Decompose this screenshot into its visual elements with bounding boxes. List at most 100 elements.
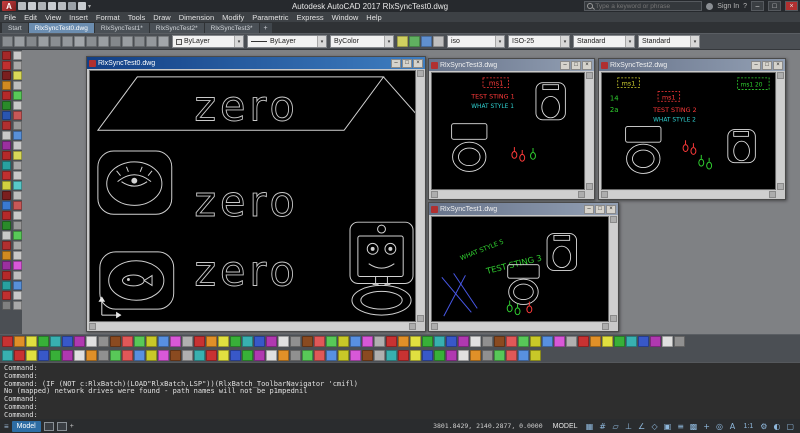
- bottom-toolbar-icon[interactable]: [278, 336, 289, 347]
- bottom-toolbar-icon[interactable]: [326, 350, 337, 361]
- bottom-toolbar-icon[interactable]: [566, 336, 577, 347]
- textstyle-dropdown[interactable]: iso ▾: [447, 35, 505, 48]
- dimstyle-dropdown[interactable]: ISO-25 ▾: [508, 35, 570, 48]
- side-toolbar-icon[interactable]: [2, 211, 11, 220]
- horizontal-scrollbar[interactable]: [431, 323, 609, 330]
- menu-item-express[interactable]: Express: [293, 12, 328, 22]
- help-icon[interactable]: ?: [743, 3, 747, 10]
- menu-item-edit[interactable]: Edit: [20, 12, 41, 22]
- menu-item-draw[interactable]: Draw: [149, 12, 175, 22]
- scroll-up-button[interactable]: [417, 70, 424, 77]
- bottom-toolbar-icon[interactable]: [14, 350, 25, 361]
- window-title-bar[interactable]: RlxSyncTest3.dwg – □ ×: [429, 59, 594, 71]
- plotstyle-dropdown[interactable]: ByColor ▾: [330, 35, 394, 48]
- bottom-toolbar-icon[interactable]: [50, 336, 61, 347]
- window-maximize-button[interactable]: □: [571, 61, 581, 70]
- bottom-toolbar-icon[interactable]: [458, 336, 469, 347]
- side-toolbar-icon[interactable]: [13, 161, 22, 170]
- side-toolbar-icon[interactable]: [13, 51, 22, 60]
- isodraft-icon[interactable]: ◇: [649, 421, 661, 432]
- horizontal-scrollbar[interactable]: [601, 191, 776, 198]
- autocad-logo-icon[interactable]: A: [2, 1, 16, 11]
- side-toolbar-icon[interactable]: [13, 111, 22, 120]
- scroll-down-button[interactable]: [610, 315, 617, 322]
- side-toolbar-icon[interactable]: [13, 71, 22, 80]
- side-toolbar-icon[interactable]: [2, 151, 11, 160]
- bottom-toolbar-icon[interactable]: [626, 336, 637, 347]
- bottom-toolbar-icon[interactable]: [302, 336, 313, 347]
- window-close-button[interactable]: ×: [606, 205, 616, 214]
- bottom-toolbar-icon[interactable]: [254, 336, 265, 347]
- side-toolbar-icon[interactable]: [2, 101, 11, 110]
- bottom-toolbar-icon[interactable]: [446, 350, 457, 361]
- side-toolbar-icon[interactable]: [2, 171, 11, 180]
- bottom-toolbar-icon[interactable]: [338, 350, 349, 361]
- signin-button[interactable]: Sign In: [717, 3, 739, 10]
- ortho-icon[interactable]: ⊥: [623, 421, 635, 432]
- bottom-toolbar-icon[interactable]: [134, 350, 145, 361]
- bottom-toolbar-icon[interactable]: [638, 336, 649, 347]
- bottom-toolbar-icon[interactable]: [194, 336, 205, 347]
- side-toolbar-icon[interactable]: [2, 221, 11, 230]
- transparency-icon[interactable]: ▩: [688, 421, 700, 432]
- side-toolbar-icon[interactable]: [2, 131, 11, 140]
- side-toolbar-icon[interactable]: [2, 201, 11, 210]
- standard-toolbar-icon[interactable]: [2, 36, 13, 47]
- drawing-window-rlxsynctest1[interactable]: RlxSyncTest1.dwg – □ × WHAT STYLE 5 TEST…: [428, 202, 619, 332]
- vertical-scrollbar[interactable]: [417, 70, 424, 322]
- bottom-toolbar-icon[interactable]: [506, 350, 517, 361]
- drawing-window-rlxsynctest3[interactable]: RlxSyncTest3.dwg – □ × ms1 TEST STING 1 …: [428, 58, 595, 200]
- dynamic-input-icon[interactable]: +: [701, 421, 713, 432]
- bottom-toolbar-icon[interactable]: [218, 350, 229, 361]
- bottom-toolbar-icon[interactable]: [182, 350, 193, 361]
- bottom-toolbar-icon[interactable]: [14, 336, 25, 347]
- color-dropdown[interactable]: ByLayer ▾: [172, 35, 244, 48]
- bottom-toolbar-icon[interactable]: [110, 336, 121, 347]
- side-toolbar-icon[interactable]: [13, 131, 22, 140]
- bottom-toolbar-icon[interactable]: [194, 350, 205, 361]
- bottom-toolbar-icon[interactable]: [62, 350, 73, 361]
- bottom-toolbar-icon[interactable]: [254, 350, 265, 361]
- side-toolbar-icon[interactable]: [2, 61, 11, 70]
- bottom-toolbar-icon[interactable]: [86, 336, 97, 347]
- bottom-toolbar-icon[interactable]: [278, 350, 289, 361]
- standard-toolbar-icon[interactable]: [98, 36, 109, 47]
- window-minimize-button[interactable]: –: [560, 61, 570, 70]
- bottom-toolbar-icon[interactable]: [578, 336, 589, 347]
- bottom-toolbar-icon[interactable]: [554, 336, 565, 347]
- menu-item-view[interactable]: View: [41, 12, 65, 22]
- side-toolbar-icon[interactable]: [2, 251, 11, 260]
- chevron-down-icon[interactable]: ▾: [234, 36, 243, 47]
- bottom-toolbar-icon[interactable]: [410, 336, 421, 347]
- bottom-toolbar-icon[interactable]: [422, 350, 433, 361]
- scroll-up-button[interactable]: [777, 72, 784, 79]
- side-toolbar-icon[interactable]: [13, 181, 22, 190]
- bottom-toolbar-icon[interactable]: [2, 350, 13, 361]
- file-tab-rlxsynctest2[interactable]: RlxSyncTest2*: [150, 23, 204, 33]
- bottom-toolbar-icon[interactable]: [86, 350, 97, 361]
- vertical-scrollbar[interactable]: [610, 216, 617, 322]
- window-close-button[interactable]: ×: [413, 59, 423, 68]
- bottom-toolbar-icon[interactable]: [458, 350, 469, 361]
- side-toolbar-icon[interactable]: [13, 151, 22, 160]
- layer-tool-icon[interactable]: [409, 36, 420, 47]
- bottom-toolbar-icon[interactable]: [170, 350, 181, 361]
- snap-icon[interactable]: #: [597, 421, 609, 432]
- bottom-toolbar-icon[interactable]: [218, 336, 229, 347]
- tablestyle-dropdown[interactable]: Standard ▾: [573, 35, 635, 48]
- bottom-toolbar-icon[interactable]: [470, 336, 481, 347]
- file-tab-rlxsynctest1[interactable]: RlxSyncTest1*: [95, 23, 149, 33]
- bottom-toolbar-icon[interactable]: [38, 350, 49, 361]
- quick-access-icon[interactable]: [38, 2, 46, 10]
- side-toolbar-icon[interactable]: [13, 301, 22, 310]
- side-toolbar-icon[interactable]: [2, 51, 11, 60]
- drawing-window-rlxsynctest0[interactable]: RlxSyncTest0.dwg – □ ×: [86, 56, 426, 332]
- bottom-toolbar-icon[interactable]: [26, 336, 37, 347]
- bottom-toolbar-icon[interactable]: [482, 350, 493, 361]
- standard-toolbar-icon[interactable]: [62, 36, 73, 47]
- bottom-toolbar-icon[interactable]: [470, 350, 481, 361]
- window-minimize-button[interactable]: –: [584, 205, 594, 214]
- bottom-toolbar-icon[interactable]: [362, 350, 373, 361]
- side-toolbar-icon[interactable]: [13, 91, 22, 100]
- bottom-toolbar-icon[interactable]: [590, 336, 601, 347]
